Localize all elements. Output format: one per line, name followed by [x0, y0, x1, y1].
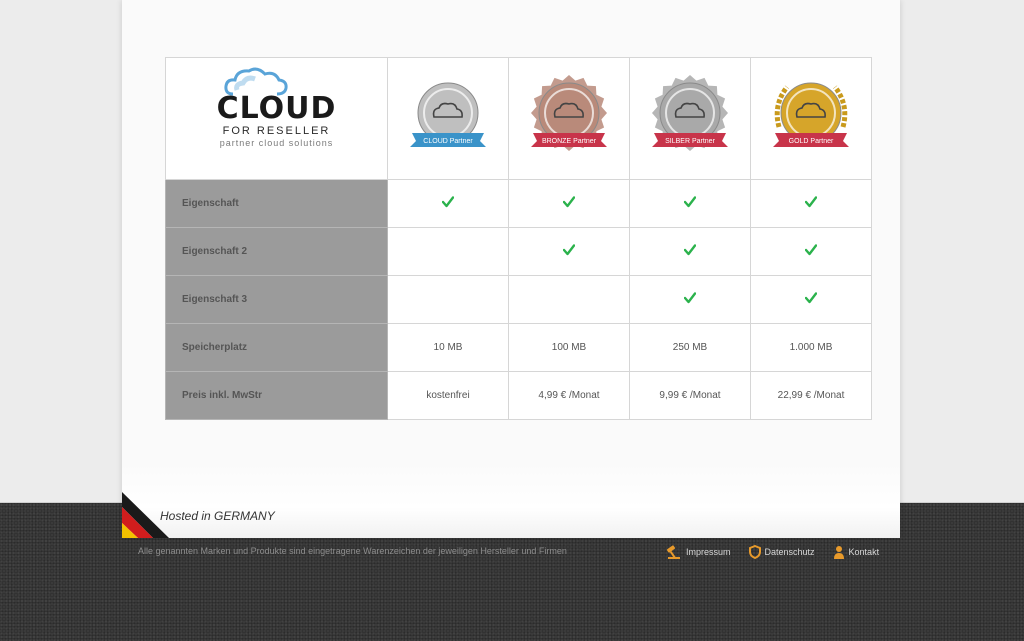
value-cell: 1.000 MB — [750, 323, 872, 372]
value-cell: 10 MB — [387, 323, 509, 372]
logo-tagline: partner cloud solutions — [219, 138, 334, 148]
value-cell: kostenfrei — [387, 371, 509, 420]
datenschutz-label: Datenschutz — [764, 547, 815, 557]
person-icon — [833, 546, 844, 559]
check-cell — [508, 179, 630, 228]
logo-main-text: CLOUD — [216, 91, 337, 126]
checkmark-icon — [442, 196, 454, 208]
checkmark-icon — [805, 244, 817, 256]
row-label: Eigenschaft — [165, 179, 388, 228]
partner-medal-icon: BRONZE Partner — [531, 75, 607, 151]
content-panel: CLOUD FOR RESELLER partner cloud solutio… — [122, 0, 900, 538]
partner-medal-icon: SILBER Partner — [652, 75, 728, 151]
badge-ribbon-label: CLOUD Partner — [423, 138, 473, 145]
checkmark-icon — [684, 196, 696, 208]
check-cell — [629, 179, 751, 228]
checkmark-icon — [805, 292, 817, 304]
value-cell: 9,99 € /Monat — [629, 371, 751, 420]
cloud-logo-icon — [223, 67, 288, 96]
pricing-comparison-table: CLOUD FOR RESELLER partner cloud solutio… — [165, 57, 872, 420]
badge-ribbon-label: SILBER Partner — [665, 138, 715, 145]
empty-cell — [387, 275, 509, 324]
kontakt-link[interactable]: Kontakt — [833, 545, 880, 559]
table-row: Eigenschaft — [165, 179, 872, 228]
badge-bronze-partner: BRONZE Partner — [508, 57, 630, 180]
row-label: Eigenschaft 2 — [165, 227, 388, 276]
check-cell — [750, 275, 872, 324]
checkmark-icon — [563, 244, 575, 256]
copyright-notice: Alle genannten Marken und Produkte sind … — [138, 546, 567, 556]
checkmark-icon — [684, 244, 696, 256]
empty-cell — [387, 227, 509, 276]
hosted-in-germany: Hosted in GERMANY — [160, 509, 275, 523]
check-cell — [508, 227, 630, 276]
badge-ribbon-label: GOLD Partner — [789, 138, 834, 145]
brand-logo: CLOUD FOR RESELLER partner cloud solutio… — [216, 67, 337, 148]
row-label: Eigenschaft 3 — [165, 275, 388, 324]
row-label: Preis inkl. MwStr — [165, 371, 388, 420]
empty-cell — [508, 275, 630, 324]
check-cell — [750, 179, 872, 228]
check-cell — [750, 227, 872, 276]
partner-medal-icon: GOLD Partner — [773, 82, 849, 147]
logo-sub-text: FOR RESELLER — [222, 125, 331, 137]
check-cell — [629, 227, 751, 276]
footer-links: Impressum Datenschutz Kontakt — [666, 545, 879, 559]
table-row: Eigenschaft 3 — [165, 275, 872, 324]
impressum-label: Impressum — [686, 547, 731, 557]
kontakt-label: Kontakt — [848, 547, 880, 557]
datenschutz-link[interactable]: Datenschutz — [748, 545, 815, 559]
value-cell: 22,99 € /Monat — [750, 371, 872, 420]
table-header-row: CLOUD FOR RESELLER partner cloud solutio… — [165, 57, 872, 180]
value-cell: 250 MB — [629, 323, 751, 372]
badge-silber-partner: SILBER Partner — [629, 57, 751, 180]
gavel-icon — [666, 545, 680, 559]
value-cell: 4,99 € /Monat — [508, 371, 630, 420]
brand-logo-cell: CLOUD FOR RESELLER partner cloud solutio… — [165, 57, 388, 180]
table-row: Preis inkl. MwStr kostenfrei 4,99 € /Monat… — [165, 371, 872, 420]
check-cell — [387, 179, 509, 228]
checkmark-icon — [684, 292, 696, 304]
impressum-link[interactable]: Impressum — [666, 545, 731, 559]
shield-icon — [748, 545, 761, 559]
badge-cloud-partner: CLOUD Partner — [387, 57, 509, 180]
value-cell: 100 MB — [508, 323, 630, 372]
table-body: Eigenschaft Eigenschaft 2 Eigenschaft 3 Spe… — [165, 179, 872, 420]
checkmark-icon — [805, 196, 817, 208]
badge-ribbon-label: BRONZE Partner — [542, 138, 597, 145]
check-cell — [629, 275, 751, 324]
table-row: Speicherplatz 10 MB 100 MB 250 MB 1.000 MB — [165, 323, 872, 372]
partner-medal-icon: CLOUD Partner — [410, 82, 486, 147]
checkmark-icon — [563, 196, 575, 208]
badge-gold-partner: GOLD Partner — [750, 57, 872, 180]
row-label: Speicherplatz — [165, 323, 388, 372]
table-row: Eigenschaft 2 — [165, 227, 872, 276]
